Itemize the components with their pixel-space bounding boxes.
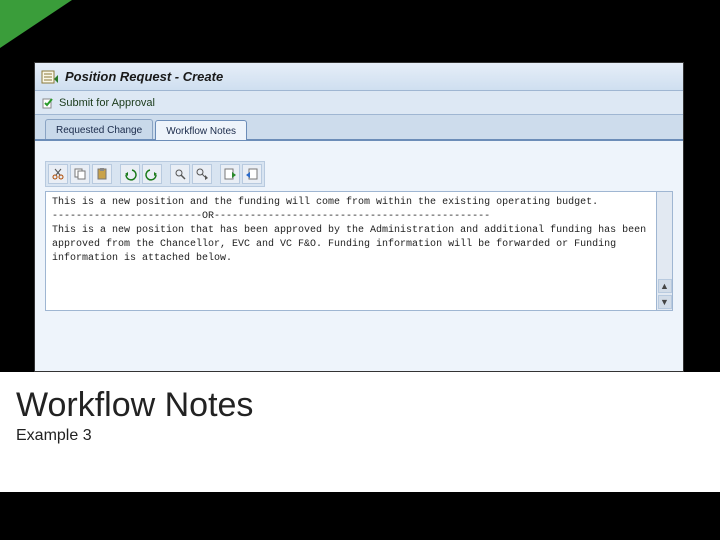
tab-label: Requested Change [56,125,142,136]
scroll-up-icon[interactable]: ▲ [658,279,672,293]
editor-toolbar [45,161,265,187]
slide-heading: Workflow Notes [16,386,253,425]
tab-workflow-notes[interactable]: Workflow Notes [155,120,247,140]
slide-subheading: Example 3 [16,427,253,445]
submit-icon [41,96,55,110]
tab-content: This is a new position and the funding w… [35,141,683,371]
tab-label: Workflow Notes [166,126,236,137]
window-title: Position Request - Create [65,69,223,84]
findnext-button[interactable] [192,164,212,184]
notes-scrollbar[interactable]: ▲ ▼ [657,191,673,311]
slide-accent-triangle [0,0,72,48]
scroll-down-icon[interactable]: ▼ [658,295,672,309]
submit-link[interactable]: Submit for Approval [59,97,155,109]
app-window: Position Request - Create Submit for App… [34,62,684,372]
tab-row: Requested Change Workflow Notes [35,115,683,141]
window-icon [41,69,59,85]
notes-textarea[interactable]: This is a new position and the funding w… [45,191,657,311]
undo-button[interactable] [120,164,140,184]
find-button[interactable] [170,164,190,184]
export-button[interactable] [242,164,262,184]
cut-button[interactable] [48,164,68,184]
redo-button[interactable] [142,164,162,184]
slide-caption: Workflow Notes Example 3 [16,386,253,445]
paste-button[interactable] [92,164,112,184]
window-titlebar: Position Request - Create [35,63,683,91]
tab-requested-change[interactable]: Requested Change [45,119,153,139]
copy-button[interactable] [70,164,90,184]
import-button[interactable] [220,164,240,184]
notes-field-wrap: This is a new position and the funding w… [45,191,673,311]
action-bar: Submit for Approval [35,91,683,115]
